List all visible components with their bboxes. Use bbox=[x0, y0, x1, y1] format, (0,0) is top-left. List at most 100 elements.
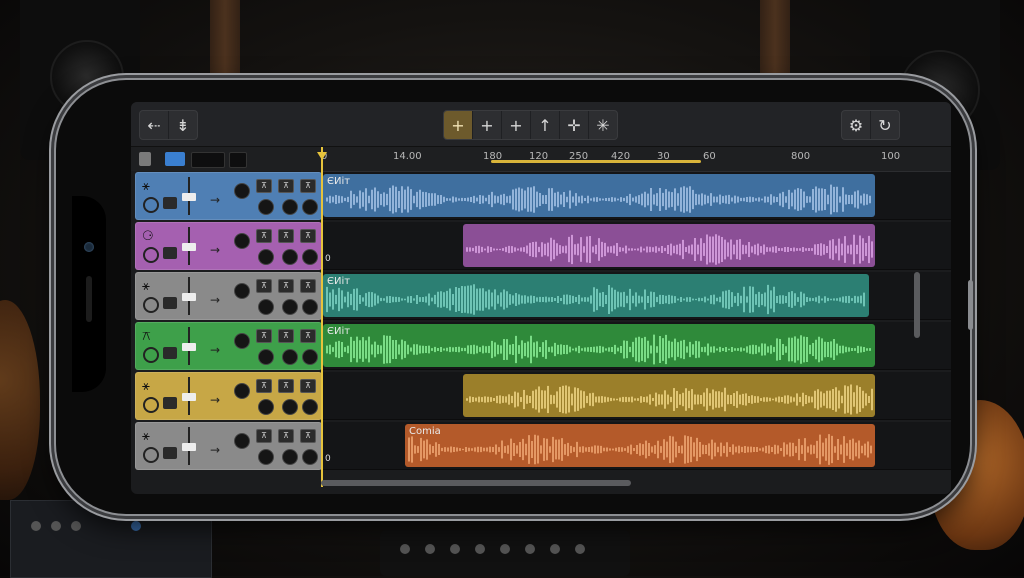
playhead[interactable] bbox=[321, 147, 323, 487]
track-mode-button[interactable] bbox=[163, 447, 177, 459]
gear-icon[interactable]: ⚙ bbox=[842, 111, 871, 139]
track-header[interactable]: ⚹ → ⊼ ⊼ ⊼ bbox=[135, 372, 322, 420]
track-lane[interactable]: 0 Comia bbox=[321, 422, 951, 470]
audio-region[interactable]: ЄИіт bbox=[323, 174, 875, 217]
timeline-ruler[interactable]: 014.001801202504203060800100 bbox=[321, 147, 951, 172]
horizontal-scrollbar[interactable] bbox=[321, 480, 631, 486]
volume-fader[interactable] bbox=[182, 443, 196, 451]
pan-knob[interactable] bbox=[234, 333, 250, 349]
up-arrow-icon[interactable]: ↑ bbox=[531, 111, 560, 139]
eq-knob[interactable] bbox=[282, 349, 298, 365]
track-header[interactable]: ⚆ → ⊼ ⊼ ⊼ bbox=[135, 222, 322, 270]
record-arm-button[interactable] bbox=[143, 397, 159, 413]
track-header[interactable]: ⚹ → ⊼ ⊼ ⊼ bbox=[135, 422, 322, 470]
track-lane[interactable] bbox=[321, 372, 951, 420]
fx-knob[interactable] bbox=[302, 299, 318, 315]
volume-fader[interactable] bbox=[182, 243, 196, 251]
pan-knob[interactable] bbox=[234, 233, 250, 249]
eq-knob[interactable] bbox=[282, 249, 298, 265]
burst-icon[interactable]: ✳ bbox=[589, 111, 617, 139]
solo-button[interactable]: ⊼ bbox=[278, 229, 294, 243]
solo-button[interactable]: ⊼ bbox=[278, 379, 294, 393]
add-icon[interactable]: + bbox=[444, 111, 473, 139]
track-lane[interactable]: 0 bbox=[321, 222, 951, 270]
volume-fader[interactable] bbox=[182, 293, 196, 301]
solo-button[interactable]: ⊼ bbox=[278, 429, 294, 443]
input-monitor-button[interactable]: ⊼ bbox=[300, 279, 316, 293]
solo-button[interactable]: ⊼ bbox=[278, 279, 294, 293]
solo-button[interactable]: ⊼ bbox=[278, 329, 294, 343]
fx-knob[interactable] bbox=[302, 199, 318, 215]
track-lane[interactable]: ЄИіт bbox=[321, 272, 951, 320]
tempo-display[interactable] bbox=[191, 152, 225, 168]
ruler-tick-label: 250 bbox=[569, 151, 589, 162]
mute-button[interactable]: ⊼ bbox=[256, 229, 272, 243]
record-arm-button[interactable] bbox=[143, 247, 159, 263]
region-label: ЄИіт bbox=[327, 326, 351, 337]
track-header[interactable]: ⚻ → ⊼ ⊼ ⊼ bbox=[135, 322, 322, 370]
audio-region[interactable]: Comia bbox=[405, 424, 875, 467]
eq-knob[interactable] bbox=[282, 399, 298, 415]
fx-knob[interactable] bbox=[302, 399, 318, 415]
send-knob[interactable] bbox=[258, 249, 274, 265]
record-arm-button[interactable] bbox=[143, 197, 159, 213]
input-monitor-button[interactable]: ⊼ bbox=[300, 329, 316, 343]
mute-button[interactable]: ⊼ bbox=[256, 179, 272, 193]
pan-knob[interactable] bbox=[234, 283, 250, 299]
input-monitor-button[interactable]: ⊼ bbox=[300, 379, 316, 393]
track-mode-button[interactable] bbox=[163, 247, 177, 259]
volume-slider[interactable] bbox=[165, 152, 185, 166]
input-monitor-button[interactable]: ⊼ bbox=[300, 429, 316, 443]
track-lane[interactable]: ЄИіт bbox=[321, 322, 951, 370]
send-knob[interactable] bbox=[258, 199, 274, 215]
crosshair-icon[interactable]: ✛ bbox=[560, 111, 589, 139]
send-knob[interactable] bbox=[258, 349, 274, 365]
volume-fader[interactable] bbox=[182, 343, 196, 351]
send-knob[interactable] bbox=[258, 449, 274, 465]
pan-knob[interactable] bbox=[234, 433, 250, 449]
audio-region[interactable]: ЄИіт bbox=[323, 274, 869, 317]
fx-knob[interactable] bbox=[302, 249, 318, 265]
audio-region[interactable] bbox=[463, 374, 875, 417]
mute-button[interactable]: ⊼ bbox=[256, 329, 272, 343]
eq-knob[interactable] bbox=[282, 199, 298, 215]
audio-region[interactable] bbox=[463, 224, 875, 267]
track-header[interactable]: ⚹ → ⊼ ⊼ ⊼ bbox=[135, 272, 322, 320]
add-icon-3[interactable]: + bbox=[502, 111, 531, 139]
loop-icon[interactable]: ↻ bbox=[871, 111, 899, 139]
send-knob[interactable] bbox=[258, 399, 274, 415]
pan-knob[interactable] bbox=[234, 183, 250, 199]
mute-button[interactable]: ⊼ bbox=[256, 429, 272, 443]
metronome-icon[interactable] bbox=[229, 152, 247, 168]
input-monitor-button[interactable]: ⊼ bbox=[300, 229, 316, 243]
fx-knob[interactable] bbox=[302, 349, 318, 365]
volume-fader[interactable] bbox=[182, 193, 196, 201]
track-header[interactable]: ⚹ → ⊼ ⊼ ⊼ bbox=[135, 172, 322, 220]
record-arm-button[interactable] bbox=[143, 447, 159, 463]
eq-knob[interactable] bbox=[282, 299, 298, 315]
fx-knob[interactable] bbox=[302, 449, 318, 465]
mute-button[interactable]: ⊼ bbox=[256, 379, 272, 393]
solo-button[interactable]: ⊼ bbox=[278, 179, 294, 193]
record-arm-button[interactable] bbox=[143, 347, 159, 363]
track-lane[interactable]: ЄИіт bbox=[321, 172, 951, 220]
record-arm-button[interactable] bbox=[143, 297, 159, 313]
track-mode-button[interactable] bbox=[163, 397, 177, 409]
track-mode-button[interactable] bbox=[163, 197, 177, 209]
volume-fader[interactable] bbox=[182, 393, 196, 401]
track-mode-button[interactable] bbox=[163, 347, 177, 359]
track-mode-button[interactable] bbox=[163, 297, 177, 309]
mute-button[interactable]: ⊼ bbox=[256, 279, 272, 293]
pan-knob[interactable] bbox=[234, 383, 250, 399]
audio-region[interactable]: ЄИіт bbox=[323, 324, 875, 367]
eq-knob[interactable] bbox=[282, 449, 298, 465]
split-icon[interactable]: ⇟ bbox=[169, 111, 197, 139]
vertical-scrollbar[interactable] bbox=[914, 272, 920, 338]
grid-icon[interactable] bbox=[139, 152, 151, 166]
input-monitor-button[interactable]: ⊼ bbox=[300, 179, 316, 193]
add-icon-2[interactable]: + bbox=[473, 111, 502, 139]
toolbar-center-group: + + + ↑ ✛ ✳ bbox=[443, 110, 618, 140]
toolbar-right-group: ⚙ ↻ bbox=[841, 110, 900, 140]
back-arrow-icon[interactable]: ⇠ bbox=[140, 111, 169, 139]
send-knob[interactable] bbox=[258, 299, 274, 315]
